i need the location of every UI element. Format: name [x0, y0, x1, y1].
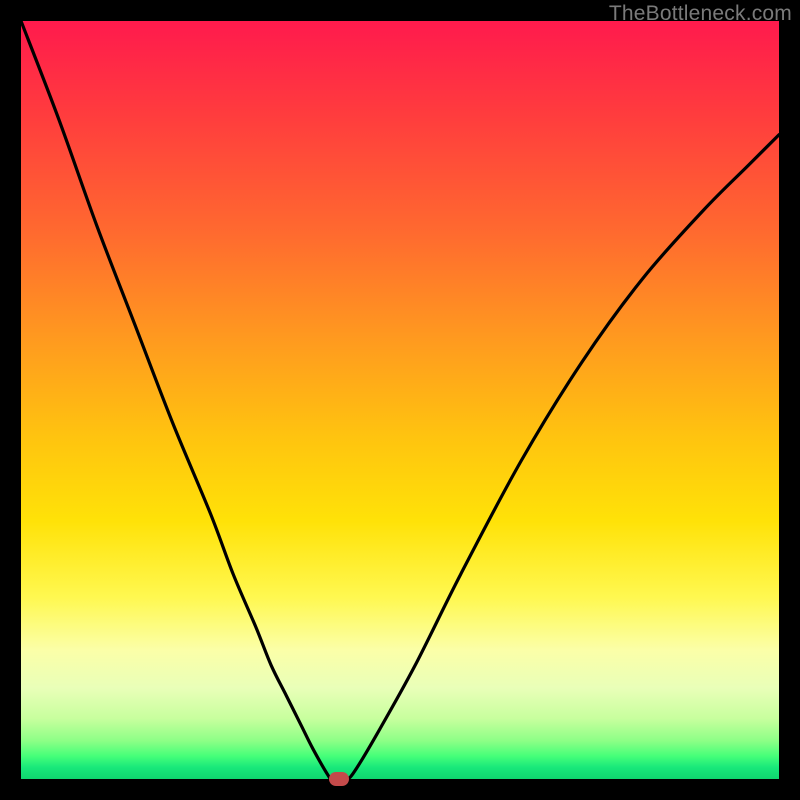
watermark-text: TheBottleneck.com — [609, 2, 792, 26]
optimal-marker — [329, 772, 349, 786]
plot-area — [21, 21, 779, 779]
bottleneck-curve — [21, 21, 779, 779]
chart-frame: TheBottleneck.com — [0, 0, 800, 800]
